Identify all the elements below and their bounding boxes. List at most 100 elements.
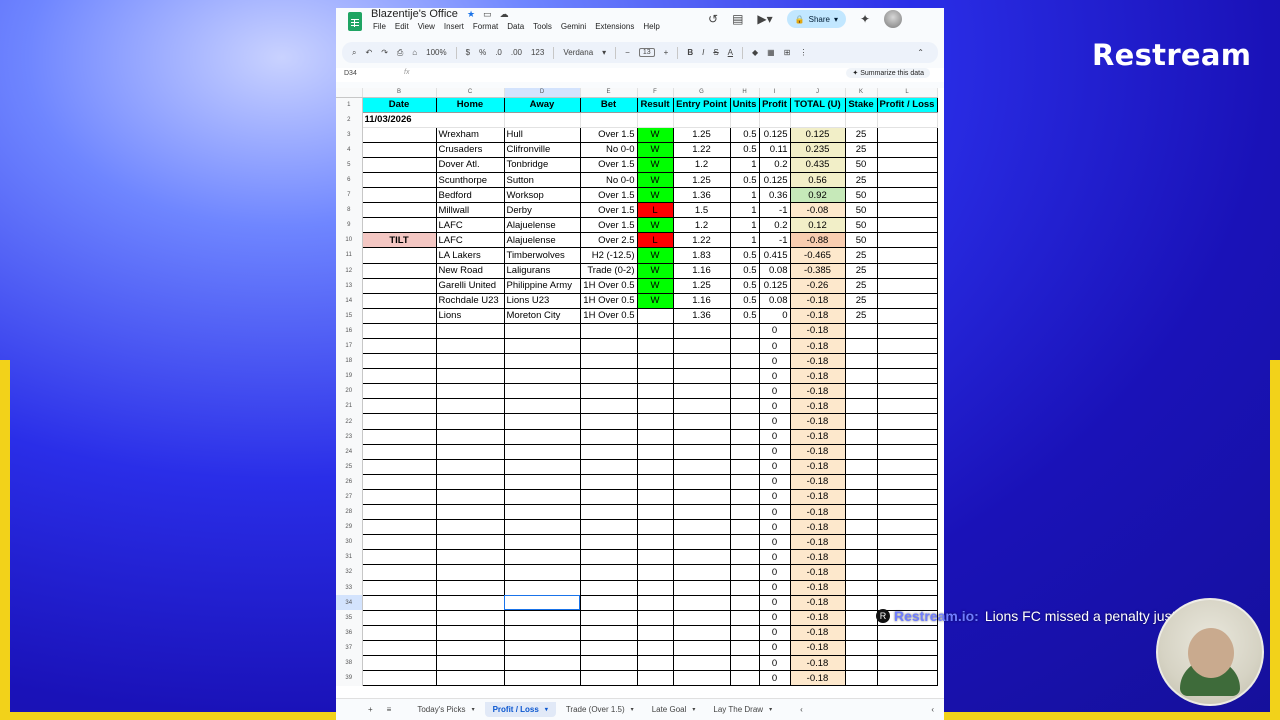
strikethrough-button[interactable]: S [713, 48, 718, 57]
units-cell[interactable]: 1 [730, 157, 760, 173]
entry-point-cell[interactable]: 1.25 [673, 172, 731, 189]
result-cell[interactable] [637, 413, 674, 430]
result-cell[interactable]: W [637, 217, 674, 234]
home-cell[interactable] [436, 549, 505, 566]
profit-cell[interactable]: 0.11 [759, 142, 791, 158]
stake-cell[interactable] [845, 444, 878, 460]
result-cell[interactable] [637, 655, 674, 672]
explore-toggle-icon[interactable]: ‹ [931, 705, 934, 714]
profit-loss-cell[interactable] [877, 580, 938, 596]
add-sheet-icon[interactable]: + [368, 705, 373, 714]
units-cell[interactable] [730, 580, 760, 596]
profit-loss-cell[interactable] [877, 172, 938, 189]
profit-cell[interactable]: 0.08 [759, 263, 791, 279]
profit-loss-cell[interactable] [877, 655, 938, 672]
profit-cell[interactable]: 0 [759, 474, 791, 490]
profit-cell[interactable]: 0 [759, 308, 791, 324]
away-cell[interactable] [504, 595, 581, 611]
profit-cell[interactable]: 0 [759, 670, 791, 687]
stake-cell[interactable] [845, 368, 878, 385]
date-cell[interactable] [362, 172, 437, 189]
home-cell[interactable] [436, 489, 505, 506]
share-button[interactable]: 🔒 Share ▾ [786, 10, 847, 28]
home-cell[interactable] [436, 398, 505, 415]
entry-point-cell[interactable] [673, 580, 731, 596]
date-cell[interactable] [362, 142, 437, 158]
stake-cell[interactable] [845, 323, 878, 340]
away-cell[interactable] [504, 534, 581, 551]
profit-loss-cell[interactable] [877, 263, 938, 279]
total-cell[interactable]: -0.18 [790, 429, 846, 445]
home-cell[interactable] [436, 670, 505, 687]
result-cell[interactable] [637, 549, 674, 566]
paint-format-icon[interactable]: ⌂ [412, 48, 417, 57]
units-cell[interactable] [730, 489, 760, 506]
row-header[interactable]: 29 [336, 519, 363, 535]
result-cell[interactable]: W [637, 172, 674, 189]
profit-loss-cell[interactable] [877, 670, 938, 687]
units-cell[interactable] [730, 670, 760, 687]
bet-cell[interactable] [580, 368, 638, 385]
away-cell[interactable]: Alajuelense [504, 232, 581, 249]
entry-point-cell[interactable]: 1.22 [673, 232, 731, 249]
menu-file[interactable]: File [373, 22, 386, 31]
home-cell[interactable]: Bedford [436, 187, 505, 204]
row-header[interactable]: 35 [336, 610, 363, 626]
tab-profit-loss[interactable]: Profit / Loss ▾ [484, 702, 556, 717]
entry-point-cell[interactable] [673, 398, 731, 415]
total-cell[interactable]: -0.18 [790, 595, 846, 611]
date-cell[interactable] [362, 217, 437, 234]
entry-point-cell[interactable]: 1.2 [673, 217, 731, 234]
bet-cell[interactable] [580, 519, 638, 536]
units-cell[interactable] [730, 338, 760, 355]
document-title[interactable]: Blazentije's Office [371, 8, 458, 20]
total-cell[interactable]: -0.465 [790, 247, 846, 264]
entry-point-cell[interactable] [673, 413, 731, 430]
bet-cell[interactable] [580, 549, 638, 566]
bet-cell[interactable] [580, 504, 638, 521]
total-cell[interactable]: 0.235 [790, 142, 846, 158]
total-cell[interactable]: -0.18 [790, 625, 846, 641]
stake-cell[interactable]: 25 [845, 247, 878, 264]
row-header[interactable]: 13 [336, 278, 363, 294]
home-cell[interactable] [436, 640, 505, 656]
zoom-select[interactable]: 100% [426, 48, 446, 57]
bet-cell[interactable]: Trade (0-2) [580, 263, 638, 279]
home-cell[interactable] [436, 519, 505, 536]
all-sheets-icon[interactable]: ≡ [387, 705, 392, 714]
row-header[interactable]: 23 [336, 429, 363, 445]
date-cell[interactable] [362, 519, 437, 536]
date-cell[interactable] [362, 383, 437, 400]
entry-point-cell[interactable] [673, 564, 731, 581]
home-cell[interactable] [436, 474, 505, 490]
row-header[interactable]: 28 [336, 504, 363, 520]
profit-cell[interactable]: 0 [759, 353, 791, 370]
entry-point-cell[interactable]: 1.22 [673, 142, 731, 158]
home-cell[interactable] [436, 353, 505, 370]
stake-cell[interactable]: 25 [845, 293, 878, 309]
date-cell[interactable] [362, 534, 437, 551]
stake-cell[interactable]: 50 [845, 202, 878, 219]
profit-cell[interactable]: 0 [759, 640, 791, 656]
bet-cell[interactable] [580, 383, 638, 400]
entry-point-cell[interactable] [673, 610, 731, 626]
date-cell[interactable] [362, 640, 437, 656]
result-cell[interactable]: W [637, 247, 674, 264]
date-cell[interactable] [362, 368, 437, 385]
units-cell[interactable]: 0.5 [730, 308, 760, 324]
stake-cell[interactable] [845, 655, 878, 672]
date-cell[interactable] [362, 293, 437, 309]
percent-button[interactable]: % [479, 48, 486, 57]
profit-loss-cell[interactable] [877, 338, 938, 355]
stake-cell[interactable] [845, 338, 878, 355]
entry-point-cell[interactable]: 1.83 [673, 247, 731, 264]
entry-point-cell[interactable] [673, 489, 731, 506]
units-cell[interactable]: 1 [730, 187, 760, 204]
home-cell[interactable]: LA Lakers [436, 247, 505, 264]
profit-cell[interactable]: 0 [759, 444, 791, 460]
result-cell[interactable] [637, 383, 674, 400]
profit-loss-cell[interactable] [877, 383, 938, 400]
total-cell[interactable]: -0.18 [790, 534, 846, 551]
date-cell[interactable] [362, 429, 437, 445]
profit-loss-cell[interactable] [877, 640, 938, 656]
